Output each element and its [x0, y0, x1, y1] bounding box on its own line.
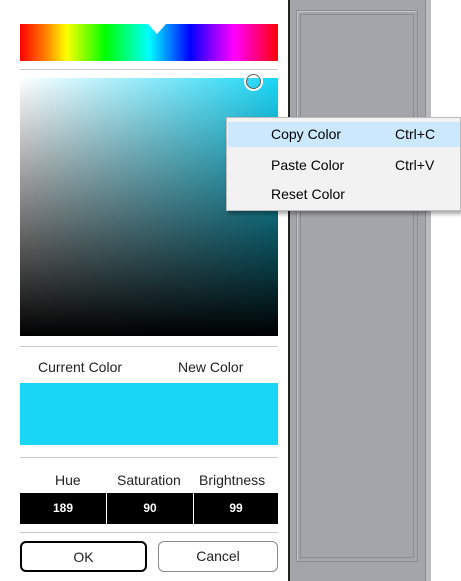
- hue-label: Hue: [55, 472, 81, 488]
- background-right-area: [431, 0, 461, 581]
- brightness-label: Brightness: [199, 472, 266, 488]
- menu-item-reset-color[interactable]: Reset Color: [228, 182, 460, 207]
- divider: [20, 346, 278, 347]
- saturation-field[interactable]: 90: [107, 493, 193, 524]
- menu-item-copy-color[interactable]: Copy Color Ctrl+C: [228, 122, 460, 147]
- divider: [20, 69, 278, 70]
- menu-item-shortcut: Ctrl+C: [395, 126, 436, 142]
- ok-button[interactable]: OK: [20, 541, 147, 572]
- cancel-button[interactable]: Cancel: [158, 541, 278, 572]
- saturation-label: Saturation: [117, 472, 181, 488]
- field-divider: [106, 493, 107, 524]
- field-divider: [193, 493, 194, 524]
- menu-item-label: Paste Color: [271, 157, 345, 173]
- divider: [20, 532, 278, 533]
- new-color-label: New Color: [178, 359, 244, 375]
- hue-field[interactable]: 189: [20, 493, 106, 524]
- menu-item-label: Copy Color: [271, 126, 342, 142]
- menu-item-label: Reset Color: [271, 186, 345, 202]
- color-picker-dialog: Current Color New Color Hue Saturation B…: [8, 0, 290, 581]
- color-selector-handle[interactable]: [244, 72, 263, 91]
- menu-item-shortcut: Ctrl+V: [395, 157, 435, 173]
- hue-marker-icon[interactable]: [148, 24, 166, 34]
- background-window-edge: [0, 0, 8, 581]
- context-menu: Copy Color Ctrl+C Paste Color Ctrl+V Res…: [226, 117, 461, 211]
- current-color-label: Current Color: [38, 359, 123, 375]
- color-preview-swatch: [20, 383, 278, 445]
- brightness-field[interactable]: 99: [194, 493, 278, 524]
- menu-item-paste-color[interactable]: Paste Color Ctrl+V: [228, 153, 460, 178]
- background-inner-frame: [300, 14, 414, 558]
- divider: [20, 457, 278, 458]
